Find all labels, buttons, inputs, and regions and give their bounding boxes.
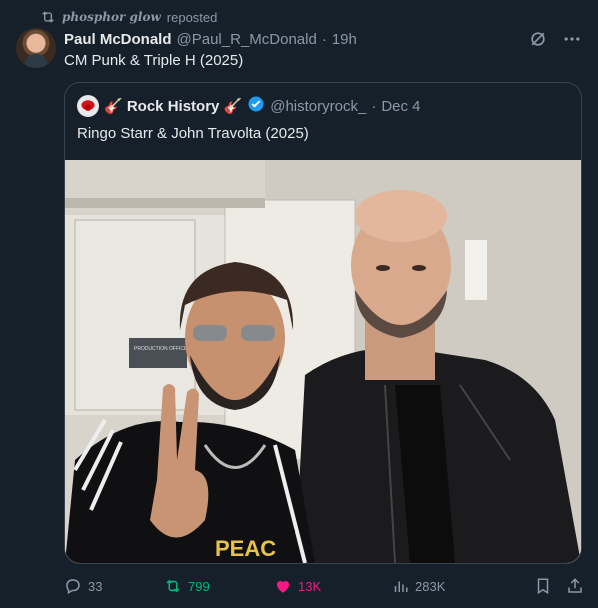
post-top-actions (528, 29, 582, 49)
reply-count: 33 (88, 578, 103, 594)
post-text: CM Punk & Triple H (2025) (64, 52, 244, 69)
grok-icon[interactable] (528, 29, 548, 49)
repost-button[interactable]: 799 (164, 577, 274, 595)
post-header: Paul McDonald @Paul_R_McDonald · 19h (64, 30, 357, 48)
repost-icon (42, 11, 54, 23)
quoted-author-handle[interactable]: @historyrock_ (270, 98, 366, 115)
like-button[interactable]: 13K (274, 577, 391, 595)
quoted-author-name[interactable]: 🎸 Rock History 🎸 (104, 97, 242, 115)
quoted-post-header: 🎸 Rock History 🎸 @historyrock_ · Dec 4 (77, 95, 421, 117)
quoted-separator-dot: · (371, 97, 377, 115)
views-button[interactable]: 283K (391, 577, 511, 595)
reposted-label: reposted (166, 9, 218, 25)
verified-icon (247, 95, 265, 117)
quoted-date[interactable]: Dec 4 (381, 98, 420, 115)
more-icon[interactable] (562, 29, 582, 49)
author-handle[interactable]: @Paul_R_McDonald (177, 31, 317, 48)
repost-context[interactable]: phosphor glow reposted (40, 8, 217, 26)
separator-dot: · (321, 30, 327, 48)
bookmark-icon[interactable] (534, 577, 552, 595)
repost-icon (166, 579, 180, 593)
quoted-photo[interactable]: PRODUCTION OFFICE STAGE PEAC (65, 160, 581, 563)
repost-count: 799 (188, 578, 210, 594)
shirt-text: PEAC (215, 536, 276, 561)
views-icon (394, 581, 408, 592)
reply-icon (66, 579, 80, 595)
quoted-post-text: Ringo Starr & John Travolta (2025) (77, 125, 309, 142)
author-avatar[interactable] (16, 28, 56, 68)
like-icon (276, 580, 290, 593)
author-name[interactable]: Paul McDonald (64, 31, 172, 48)
quoted-author-avatar[interactable] (77, 95, 99, 117)
view-count: 283K (415, 578, 446, 594)
quoted-post[interactable]: 🎸 Rock History 🎸 @historyrock_ · Dec 4 R… (64, 82, 582, 564)
reposter-name[interactable]: phosphor glow (62, 10, 161, 24)
action-bar: 33 799 13K 283K (64, 574, 584, 598)
share-icon[interactable] (566, 577, 584, 595)
reply-button[interactable]: 33 (64, 577, 164, 595)
post-time[interactable]: 19h (332, 31, 357, 48)
like-count: 13K (298, 578, 322, 594)
